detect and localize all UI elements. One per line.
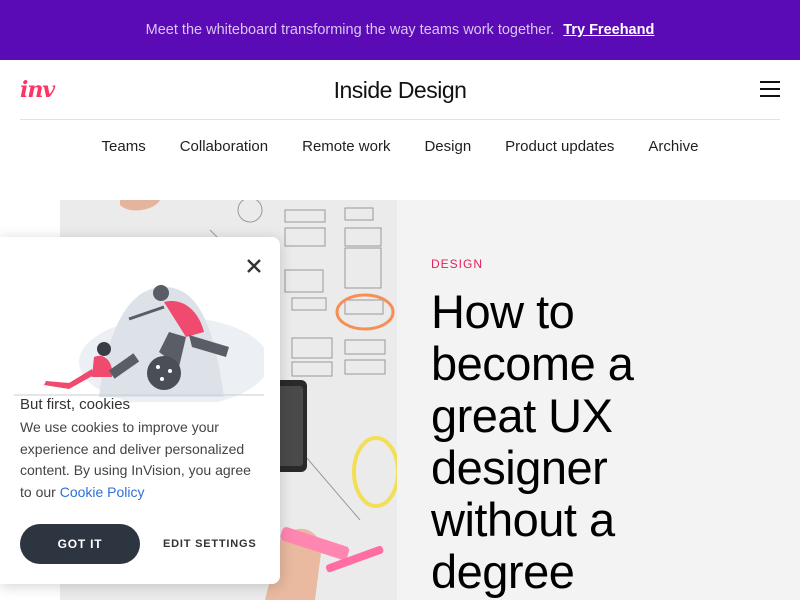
article-headline[interactable]: How to become a great UX designer withou… xyxy=(431,286,791,598)
nav-item-archive[interactable]: Archive xyxy=(648,138,698,155)
nav-item-design[interactable]: Design xyxy=(424,138,471,155)
cookie-title: But first, cookies xyxy=(20,396,131,413)
header-divider xyxy=(20,119,780,120)
headline-line: How to xyxy=(431,285,575,338)
menu-icon[interactable] xyxy=(760,80,780,98)
nav-item-product-updates[interactable]: Product updates xyxy=(505,138,614,155)
category-nav: Teams Collaboration Remote work Design P… xyxy=(0,138,800,155)
promo-banner: Meet the whiteboard transforming the way… xyxy=(0,0,800,60)
headline-line: degree xyxy=(431,545,575,598)
cookie-consent-dialog: But first, cookies We use cookies to imp… xyxy=(0,237,280,584)
cookie-message: We use cookies to improve your experienc… xyxy=(20,417,266,503)
nav-item-collaboration[interactable]: Collaboration xyxy=(180,138,268,155)
close-icon[interactable] xyxy=(245,257,263,275)
cookie-policy-link[interactable]: Cookie Policy xyxy=(60,484,145,500)
promo-text: Meet the whiteboard transforming the way… xyxy=(145,22,555,38)
site-header: inv Inside Design xyxy=(0,60,800,120)
try-freehand-link[interactable]: Try Freehand xyxy=(563,22,654,38)
site-title[interactable]: Inside Design xyxy=(0,77,800,104)
headline-line: without a xyxy=(431,493,615,546)
headline-line: designer xyxy=(431,441,608,494)
headline-line: great UX xyxy=(431,389,613,442)
article-category[interactable]: DESIGN xyxy=(431,257,483,271)
nav-item-remote-work[interactable]: Remote work xyxy=(302,138,390,155)
cookie-illustration xyxy=(14,285,264,402)
nav-item-teams[interactable]: Teams xyxy=(102,138,146,155)
headline-line: become a xyxy=(431,337,634,390)
got-it-button[interactable]: GOT IT xyxy=(20,524,140,564)
edit-settings-button[interactable]: EDIT SETTINGS xyxy=(163,538,257,550)
